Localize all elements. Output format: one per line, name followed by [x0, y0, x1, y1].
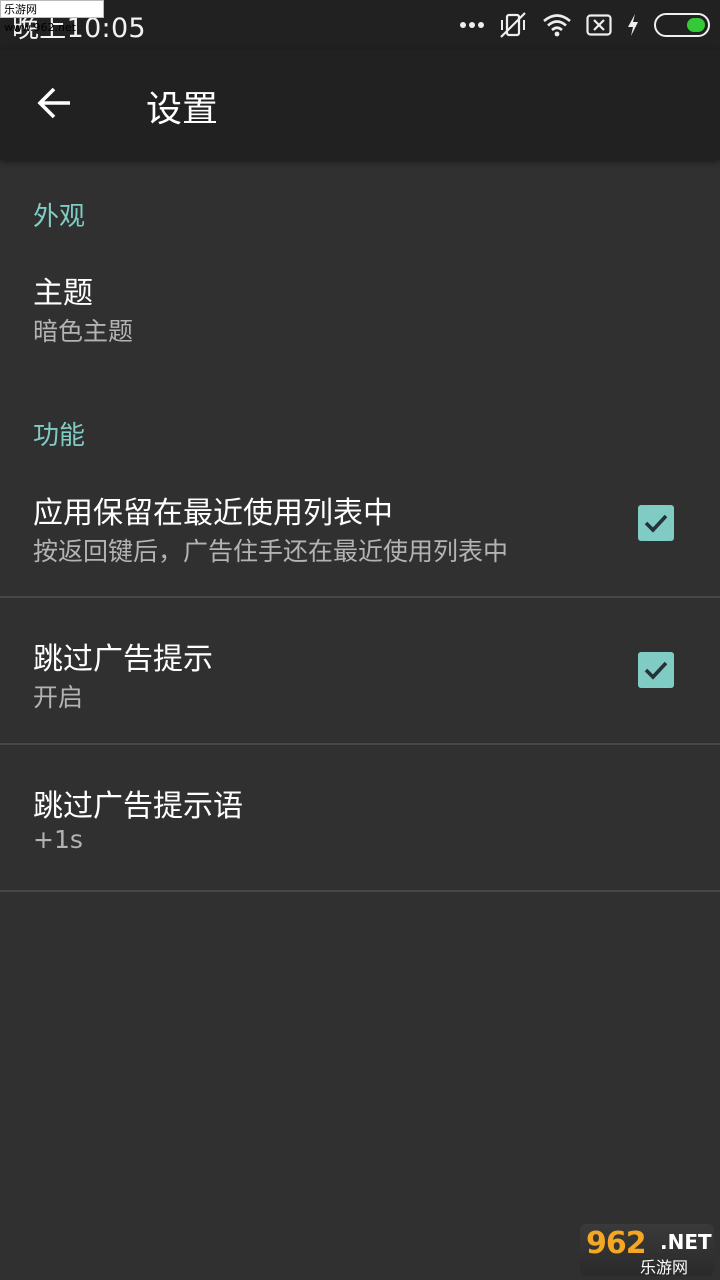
pref-skip-ad-message-summary: +1s	[33, 825, 83, 854]
pref-keep-in-recents[interactable]: 应用保留在最近使用列表中 按返回键后，广告住手还在最近使用列表中	[0, 470, 720, 596]
pref-keep-in-recents-title: 应用保留在最近使用列表中	[33, 496, 393, 531]
divider	[0, 890, 720, 892]
pref-theme-title: 主题	[33, 276, 93, 311]
arrow-back-icon	[37, 87, 73, 123]
pref-skip-ad-hint-title: 跳过广告提示	[33, 642, 213, 677]
pref-skip-ad-hint-summary: 开启	[33, 683, 84, 712]
app-toolbar: 设置	[0, 50, 720, 160]
check-icon	[644, 661, 668, 680]
battery-icon	[654, 13, 710, 37]
skip-ad-hint-checkbox[interactable]	[638, 652, 674, 688]
page-title: 设置	[146, 89, 219, 130]
more-dots-icon	[460, 21, 484, 29]
battery-level	[687, 18, 705, 32]
back-button[interactable]	[26, 76, 84, 134]
watermark-logo-net: .NET	[660, 1230, 712, 1254]
watermark-logo-number: 962	[586, 1226, 647, 1261]
pref-keep-in-recents-summary: 按返回键后，广告住手还在最近使用列表中	[33, 537, 509, 566]
pref-skip-ad-message[interactable]: 跳过广告提示语 +1s	[0, 745, 720, 890]
watermark-top: 乐游网 www.962.net	[0, 0, 104, 34]
status-icons	[460, 10, 710, 40]
status-bar: 晚上10:05 乐游网 www.962.net	[0, 0, 720, 50]
vibrate-off-icon	[498, 11, 528, 39]
settings-screen: 晚上10:05 乐游网 www.962.net 设置 外观 主题 暗色主题 功能…	[0, 0, 720, 1280]
category-appearance: 外观	[33, 202, 86, 232]
category-features: 功能	[33, 421, 86, 451]
watermark-logo: 962 .NET 乐游网	[580, 1224, 714, 1277]
pref-skip-ad-message-title: 跳过广告提示语	[33, 789, 243, 824]
pref-skip-ad-hint[interactable]: 跳过广告提示 开启	[0, 598, 720, 744]
sim-x-icon	[586, 14, 612, 36]
wifi-icon	[542, 13, 572, 37]
pref-theme[interactable]: 主题 暗色主题	[0, 250, 720, 370]
watermark-logo-text: 乐游网	[640, 1258, 689, 1277]
pref-theme-summary: 暗色主题	[33, 317, 134, 346]
check-icon	[644, 514, 668, 533]
charging-bolt-icon	[626, 13, 640, 37]
keep-in-recents-checkbox[interactable]	[638, 505, 674, 541]
